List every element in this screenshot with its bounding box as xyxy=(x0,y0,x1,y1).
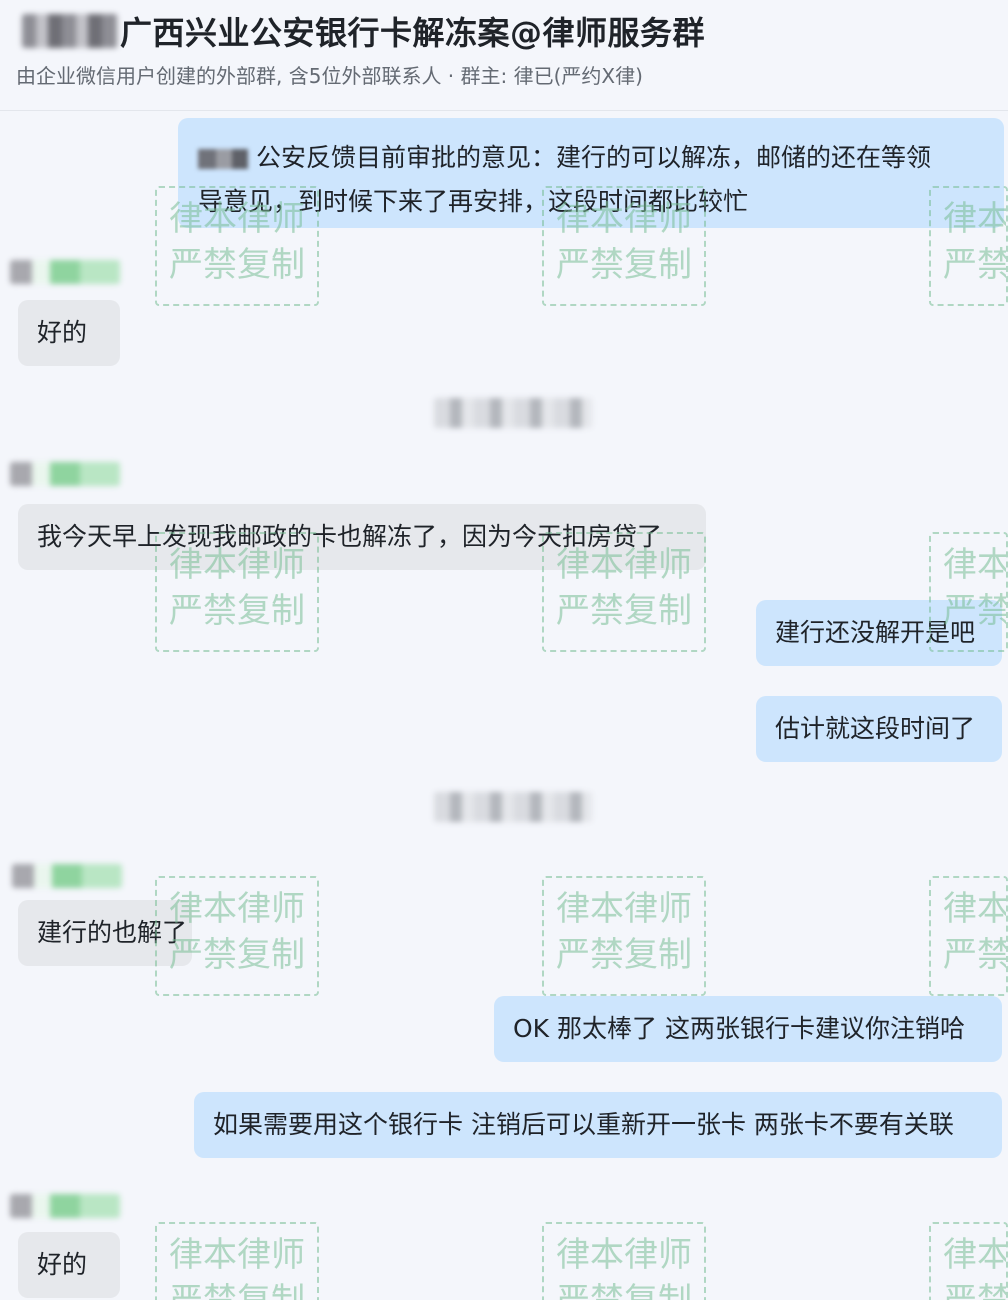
message-text: 建行还没解开是吧 xyxy=(775,618,976,647)
message-text: 好的 xyxy=(37,318,88,347)
message-bubble-outgoing[interactable]: 公安反馈目前审批的意见：建行的可以解冻，邮储的还在等领 导意见，到时候下来了再安… xyxy=(178,118,1004,228)
watermark-stamp: 律本律师 严禁复制 xyxy=(542,876,706,996)
message-text: 如果需要用这个银行卡 注销后可以重新开一张卡 两张卡不要有关联 xyxy=(213,1110,954,1139)
watermark-text: 严禁复制 xyxy=(157,1278,317,1300)
watermark-text: 严禁复制 xyxy=(169,591,305,631)
watermark-stamp: 律本律师 严禁复制 xyxy=(929,876,1008,996)
message-list[interactable]: 公安反馈目前审批的意见：建行的可以解冻，邮储的还在等领 导意见，到时候下来了再安… xyxy=(0,110,1008,1300)
watermark-stamp: 律本律师 严禁复制 xyxy=(929,1222,1008,1300)
watermark-stamp: 律本律师 严禁复制 xyxy=(155,1222,319,1300)
watermark-text: 律本律师 xyxy=(556,1235,692,1275)
watermark-text: 严禁复制 xyxy=(556,591,692,631)
watermark-text: 严禁复制 xyxy=(931,1278,1006,1300)
blurred-group-avatar xyxy=(22,14,118,48)
watermark-text: 严禁复制 xyxy=(169,245,305,285)
message-text: 导意见，到时候下来了再安排，这段时间都比较忙 xyxy=(198,187,749,216)
message-bubble-outgoing[interactable]: 估计就这段时间了 xyxy=(756,696,1002,762)
blurred-sender-name xyxy=(12,864,122,888)
blurred-sender-name xyxy=(10,462,120,486)
group-subtitle: 由企业微信用户创建的外部群, 含5位外部联系人 · 群主: 律已(严约X律) xyxy=(16,64,643,88)
message-bubble-incoming[interactable]: 我今天早上发现我邮政的卡也解冻了，因为今天扣房贷了 xyxy=(18,504,706,570)
watermark-text: 严禁复制 xyxy=(544,1278,704,1300)
message-text: 估计就这段时间了 xyxy=(775,714,976,743)
message-bubble-incoming[interactable]: 好的 xyxy=(18,1232,120,1298)
message-text: 公安反馈目前审批的意见：建行的可以解冻，邮储的还在等领 xyxy=(256,143,932,172)
watermark-text: 律本律师 xyxy=(943,1235,1008,1275)
message-bubble-incoming[interactable]: 好的 xyxy=(18,300,120,366)
message-bubble-outgoing[interactable]: OK 那太棒了 这两张银行卡建议你注销哈 xyxy=(494,996,1002,1062)
group-title[interactable]: 广西兴业公安银行卡解冻案@律师服务群 xyxy=(120,8,705,54)
blurred-timestamp xyxy=(434,398,592,428)
message-text: OK 那太棒了 这两张银行卡建议你注销哈 xyxy=(513,1014,965,1043)
blurred-timestamp xyxy=(434,792,592,822)
message-bubble-outgoing[interactable]: 建行还没解开是吧 xyxy=(756,600,1002,666)
watermark-text: 律本律师 xyxy=(943,889,1008,929)
blurred-sender-name xyxy=(10,1194,120,1218)
chat-window: 广西兴业公安银行卡解冻案@律师服务群 由企业微信用户创建的外部群, 含5位外部联… xyxy=(0,0,1008,1300)
message-text: 建行的也解了 xyxy=(37,918,188,947)
watermark-stamp: 律本律师 严禁复制 xyxy=(542,1222,706,1300)
chat-header: 广西兴业公安银行卡解冻案@律师服务群 由企业微信用户创建的外部群, 含5位外部联… xyxy=(0,0,1008,111)
blurred-name xyxy=(198,149,248,169)
watermark-text: 律本律师 xyxy=(169,1235,305,1275)
watermark-text: 严禁复制 xyxy=(943,245,1008,285)
watermark-text: 律本律师 xyxy=(556,889,692,929)
watermark-text: 严禁复制 xyxy=(943,935,1008,975)
message-text: 好的 xyxy=(37,1250,88,1279)
message-bubble-outgoing[interactable]: 如果需要用这个银行卡 注销后可以重新开一张卡 两张卡不要有关联 xyxy=(194,1092,1002,1158)
watermark-text: 严禁复制 xyxy=(556,935,692,975)
message-text: 我今天早上发现我邮政的卡也解冻了，因为今天扣房贷了 xyxy=(37,522,663,551)
message-bubble-incoming[interactable]: 建行的也解了 xyxy=(18,900,192,966)
watermark-text: 严禁复制 xyxy=(556,245,692,285)
watermark-text: 律本律师 xyxy=(943,545,1008,585)
blurred-sender-name xyxy=(10,260,120,284)
